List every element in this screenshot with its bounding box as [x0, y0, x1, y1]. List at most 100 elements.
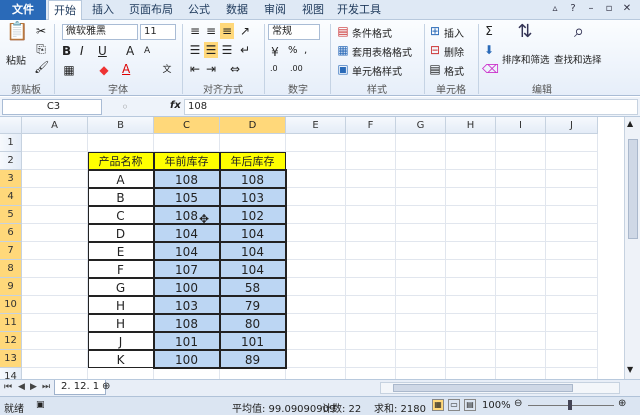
- italic-button[interactable]: I: [80, 44, 84, 58]
- row-header-2[interactable]: 2: [0, 152, 22, 170]
- cell[interactable]: [496, 152, 546, 170]
- cell[interactable]: [446, 332, 496, 350]
- insert-button[interactable]: 插入: [444, 25, 464, 40]
- row-header-1[interactable]: 1: [0, 134, 22, 152]
- cell[interactable]: [396, 170, 446, 188]
- wen-icon[interactable]: 文: [160, 62, 174, 78]
- fill-icon[interactable]: ⬇: [482, 42, 496, 58]
- cell[interactable]: [346, 314, 396, 332]
- cell[interactable]: [446, 224, 496, 242]
- format-cells-icon[interactable]: ▤: [428, 61, 442, 77]
- insert-function-button[interactable]: fx: [170, 100, 181, 111]
- sort-filter-button[interactable]: 排序和筛选: [502, 52, 550, 66]
- percent-button[interactable]: %: [288, 45, 298, 56]
- cell[interactable]: [346, 224, 396, 242]
- align-middle-icon[interactable]: ≡: [204, 23, 218, 39]
- cell[interactable]: [496, 350, 546, 368]
- table-cell[interactable]: C: [87, 205, 154, 224]
- help-icon[interactable]: ?: [566, 2, 580, 16]
- currency-icon[interactable]: ¥: [268, 44, 282, 60]
- increase-indent-icon[interactable]: ⇥: [204, 61, 218, 77]
- autosum-icon[interactable]: Σ: [482, 23, 496, 39]
- align-top-icon[interactable]: ≡: [188, 23, 202, 39]
- normal-view-icon[interactable]: ▦: [432, 399, 444, 411]
- column-header-J[interactable]: J: [546, 117, 598, 134]
- cell[interactable]: [286, 134, 346, 152]
- cell[interactable]: [396, 224, 446, 242]
- cell[interactable]: [396, 332, 446, 350]
- cell[interactable]: [446, 278, 496, 296]
- cell[interactable]: [22, 224, 88, 242]
- cell[interactable]: [496, 296, 546, 314]
- row-header-4[interactable]: 4: [0, 188, 22, 206]
- page-layout-view-icon[interactable]: ▭: [448, 399, 460, 411]
- cell[interactable]: [88, 134, 154, 152]
- cell[interactable]: [546, 224, 598, 242]
- cell[interactable]: [286, 224, 346, 242]
- table-cell[interactable]: 89: [219, 349, 286, 368]
- table-header-cell[interactable]: 产品名称: [87, 151, 154, 170]
- table-cell[interactable]: 102: [219, 205, 286, 224]
- align-center-icon[interactable]: ☰: [204, 42, 218, 58]
- table-cell[interactable]: D: [87, 223, 154, 242]
- table-cell[interactable]: 101: [219, 331, 286, 350]
- table-cell[interactable]: 104: [153, 223, 220, 242]
- scroll-up-icon[interactable]: ▲: [627, 119, 633, 128]
- shrink-font-button[interactable]: A: [144, 46, 150, 56]
- zoom-slider-thumb[interactable]: [568, 400, 572, 410]
- cell[interactable]: [446, 296, 496, 314]
- cell[interactable]: [546, 242, 598, 260]
- cell[interactable]: [446, 314, 496, 332]
- table-cell[interactable]: 100: [153, 277, 220, 296]
- name-box[interactable]: C3: [2, 99, 102, 115]
- clear-icon[interactable]: ⌫: [482, 61, 499, 77]
- cell[interactable]: [546, 134, 598, 152]
- table-cell[interactable]: 80: [219, 313, 286, 332]
- cell[interactable]: [286, 242, 346, 260]
- table-cell[interactable]: 101: [153, 331, 220, 350]
- column-header-D[interactable]: D: [220, 117, 286, 134]
- cell[interactable]: [286, 188, 346, 206]
- cell[interactable]: [22, 170, 88, 188]
- cell[interactable]: [496, 206, 546, 224]
- table-header-cell[interactable]: 年前库存: [153, 151, 220, 170]
- tab-insert[interactable]: 插入: [86, 0, 120, 20]
- cell[interactable]: [496, 314, 546, 332]
- cell[interactable]: [286, 152, 346, 170]
- tab-view[interactable]: 视图: [296, 0, 330, 20]
- cell[interactable]: [396, 152, 446, 170]
- delete-button[interactable]: 删除: [444, 44, 464, 59]
- table-cell[interactable]: H: [87, 295, 154, 314]
- cell[interactable]: [446, 134, 496, 152]
- copy-icon[interactable]: ⎘: [34, 41, 48, 57]
- grow-font-button[interactable]: A: [126, 44, 134, 58]
- cell[interactable]: [396, 314, 446, 332]
- orientation-icon[interactable]: ↗: [238, 23, 252, 39]
- align-bottom-icon[interactable]: ≡: [220, 23, 234, 39]
- cell-styles-button[interactable]: 单元格样式: [352, 63, 402, 78]
- format-as-table-button[interactable]: 套用表格格式: [352, 44, 412, 59]
- table-cell[interactable]: G: [87, 277, 154, 296]
- align-right-icon[interactable]: ☰: [220, 42, 234, 58]
- table-cell[interactable]: 104: [219, 241, 286, 260]
- table-cell[interactable]: 108: [153, 205, 220, 224]
- tab-home[interactable]: 开始: [48, 0, 82, 21]
- cell[interactable]: [396, 206, 446, 224]
- cell[interactable]: [496, 260, 546, 278]
- zoom-in-icon[interactable]: ⊕: [618, 398, 626, 409]
- cell[interactable]: [22, 350, 88, 368]
- wrap-text-icon[interactable]: ↵: [238, 42, 252, 58]
- cell[interactable]: [286, 278, 346, 296]
- cell[interactable]: [446, 242, 496, 260]
- cell[interactable]: [286, 170, 346, 188]
- cell[interactable]: [346, 134, 396, 152]
- cell[interactable]: [546, 206, 598, 224]
- cell[interactable]: [546, 314, 598, 332]
- cell[interactable]: [396, 350, 446, 368]
- align-left-icon[interactable]: ☰: [188, 42, 202, 58]
- column-header-E[interactable]: E: [286, 117, 346, 134]
- table-cell[interactable]: B: [87, 187, 154, 206]
- number-format-select[interactable]: 常规: [268, 24, 320, 40]
- tab-data[interactable]: 数据: [220, 0, 254, 20]
- decrease-indent-icon[interactable]: ⇤: [188, 61, 202, 77]
